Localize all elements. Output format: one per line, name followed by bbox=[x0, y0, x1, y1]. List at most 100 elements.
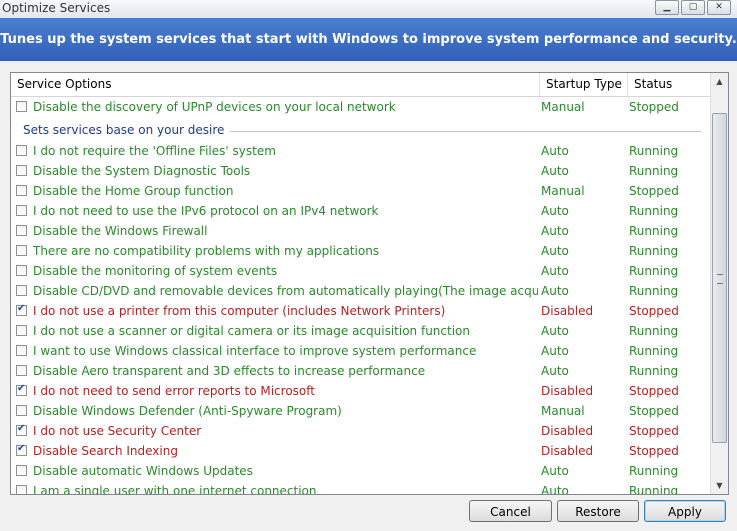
table-row[interactable]: Disable Aero transparent and 3D effects … bbox=[11, 361, 711, 381]
column-startup-type[interactable]: Startup Type bbox=[540, 73, 628, 96]
row-startup-type: Auto bbox=[541, 164, 569, 178]
row-checkbox[interactable] bbox=[16, 325, 27, 336]
row-label: I do not use a printer from this compute… bbox=[33, 304, 446, 318]
table-row[interactable]: Disable the monitoring of system events A… bbox=[11, 261, 711, 281]
row-checkbox[interactable] bbox=[16, 101, 27, 112]
row-status: Stopped bbox=[629, 404, 679, 418]
row-label: Disable the discovery of UPnP devices on… bbox=[33, 100, 396, 114]
row-checkbox[interactable] bbox=[16, 465, 27, 476]
services-list: Service Options Startup Type Status Disa… bbox=[10, 72, 729, 495]
row-startup-type: Auto bbox=[541, 464, 569, 478]
arrow-down-icon[interactable]: ▼ bbox=[711, 477, 728, 494]
table-row[interactable]: Disable the discovery of UPnP devices on… bbox=[11, 97, 711, 117]
row-label: I do not need to send error reports to M… bbox=[33, 384, 315, 398]
row-startup-type: Auto bbox=[541, 144, 569, 158]
column-status[interactable]: Status bbox=[628, 73, 711, 96]
list-header: Service Options Startup Type Status bbox=[11, 73, 711, 97]
row-startup-type: Disabled bbox=[541, 384, 594, 398]
row-startup-type: Auto bbox=[541, 224, 569, 238]
vertical-scrollbar[interactable]: ▲ ▼ bbox=[710, 73, 728, 494]
row-checkbox[interactable] bbox=[16, 205, 27, 216]
column-service-options[interactable]: Service Options bbox=[11, 73, 540, 96]
row-label: Disable Search Indexing bbox=[33, 444, 178, 458]
row-status: Running bbox=[629, 364, 679, 378]
row-startup-type: Auto bbox=[541, 364, 569, 378]
row-status: Running bbox=[629, 344, 679, 358]
table-row[interactable]: I want to use Windows classical interfac… bbox=[11, 341, 711, 361]
title-bar: Optimize Services ▁ ▢ ✕ bbox=[0, 0, 737, 18]
row-status: Stopped bbox=[629, 444, 679, 458]
group-header: Sets services base on your desire bbox=[11, 119, 711, 141]
row-checkbox[interactable] bbox=[16, 485, 27, 494]
close-icon[interactable]: ✕ bbox=[707, 0, 731, 15]
grip-icon bbox=[717, 274, 723, 284]
row-checkbox[interactable] bbox=[16, 165, 27, 176]
row-status: Running bbox=[629, 164, 679, 178]
table-row[interactable]: I do not use Security Center Disabled Stop… bbox=[11, 421, 711, 441]
row-checkbox[interactable] bbox=[16, 345, 27, 356]
row-checkbox[interactable] bbox=[16, 185, 27, 196]
row-label: I want to use Windows classical interfac… bbox=[33, 344, 477, 358]
row-startup-type: Disabled bbox=[541, 304, 594, 318]
table-row[interactable]: I do not use a scanner or digital camera… bbox=[11, 321, 711, 341]
row-label: Disable Windows Defender (Anti-Spyware P… bbox=[33, 404, 342, 418]
table-row[interactable]: Disable CD/DVD and removable devices fro… bbox=[11, 281, 711, 301]
row-startup-type: Manual bbox=[541, 100, 585, 114]
row-startup-type: Auto bbox=[541, 244, 569, 258]
table-row[interactable]: Disable the System Diagnostic Tools Auto R… bbox=[11, 161, 711, 181]
arrow-up-icon[interactable]: ▲ bbox=[711, 73, 728, 90]
table-row[interactable]: Disable the Windows Firewall Auto Running bbox=[11, 221, 711, 241]
table-row[interactable]: Disable automatic Windows Updates Auto Run… bbox=[11, 461, 711, 481]
table-row[interactable]: There are no compatibility problems with… bbox=[11, 241, 711, 261]
row-checkbox[interactable] bbox=[16, 285, 27, 296]
row-checkbox[interactable] bbox=[16, 225, 27, 236]
row-checkbox[interactable] bbox=[16, 405, 27, 416]
row-status: Stopped bbox=[629, 100, 679, 114]
row-label: Disable the Windows Firewall bbox=[33, 224, 208, 238]
row-startup-type: Manual bbox=[541, 404, 585, 418]
row-status: Running bbox=[629, 204, 679, 218]
row-status: Running bbox=[629, 144, 679, 158]
row-status: Stopped bbox=[629, 304, 679, 318]
row-checkbox[interactable] bbox=[16, 265, 27, 276]
scrollbar-thumb[interactable] bbox=[712, 113, 727, 443]
table-row[interactable]: Disable Windows Defender (Anti-Spyware P… bbox=[11, 401, 711, 421]
row-status: Running bbox=[629, 264, 679, 278]
table-row[interactable]: I do not need to send error reports to M… bbox=[11, 381, 711, 401]
table-row[interactable]: Disable the Home Group function Manual Sto… bbox=[11, 181, 711, 201]
row-status: Running bbox=[629, 464, 679, 478]
row-checkbox[interactable] bbox=[16, 245, 27, 256]
row-startup-type: Auto bbox=[541, 324, 569, 338]
apply-button[interactable]: Apply bbox=[644, 500, 726, 522]
table-row[interactable]: I do not require the 'Offline Files' sys… bbox=[11, 141, 711, 161]
row-label: Disable automatic Windows Updates bbox=[33, 464, 253, 478]
maximize-icon[interactable]: ▢ bbox=[681, 0, 705, 15]
window-controls: ▁ ▢ ✕ bbox=[655, 0, 731, 15]
row-startup-type: Auto bbox=[541, 284, 569, 298]
row-startup-type: Disabled bbox=[541, 424, 594, 438]
row-startup-type: Auto bbox=[541, 204, 569, 218]
row-status: Running bbox=[629, 224, 679, 238]
minimize-icon[interactable]: ▁ bbox=[655, 0, 679, 15]
row-checkbox[interactable] bbox=[16, 303, 27, 316]
row-label: I do not require the 'Offline Files' sys… bbox=[33, 144, 276, 158]
row-checkbox[interactable] bbox=[16, 383, 27, 396]
cancel-button[interactable]: Cancel bbox=[469, 500, 552, 522]
table-row[interactable]: I am a single user with one internet con… bbox=[11, 481, 711, 495]
row-status: Running bbox=[629, 284, 679, 298]
row-checkbox[interactable] bbox=[16, 145, 27, 156]
row-checkbox[interactable] bbox=[16, 365, 27, 376]
row-checkbox[interactable] bbox=[16, 423, 27, 436]
row-label: Disable the Home Group function bbox=[33, 184, 234, 198]
restore-button[interactable]: Restore bbox=[557, 500, 639, 522]
table-row[interactable]: Disable Search Indexing Disabled Stopped bbox=[11, 441, 711, 461]
row-checkbox[interactable] bbox=[16, 443, 27, 456]
window-title: Optimize Services bbox=[2, 1, 111, 15]
row-label: I do not need to use the IPv6 protocol o… bbox=[33, 204, 379, 218]
row-label: Disable CD/DVD and removable devices fro… bbox=[33, 284, 538, 298]
table-row[interactable]: I do not use a printer from this compute… bbox=[11, 301, 711, 321]
row-label: Disable the monitoring of system events bbox=[33, 264, 278, 278]
row-startup-type: Manual bbox=[541, 184, 585, 198]
row-status: Running bbox=[629, 484, 679, 495]
table-row[interactable]: I do not need to use the IPv6 protocol o… bbox=[11, 201, 711, 221]
